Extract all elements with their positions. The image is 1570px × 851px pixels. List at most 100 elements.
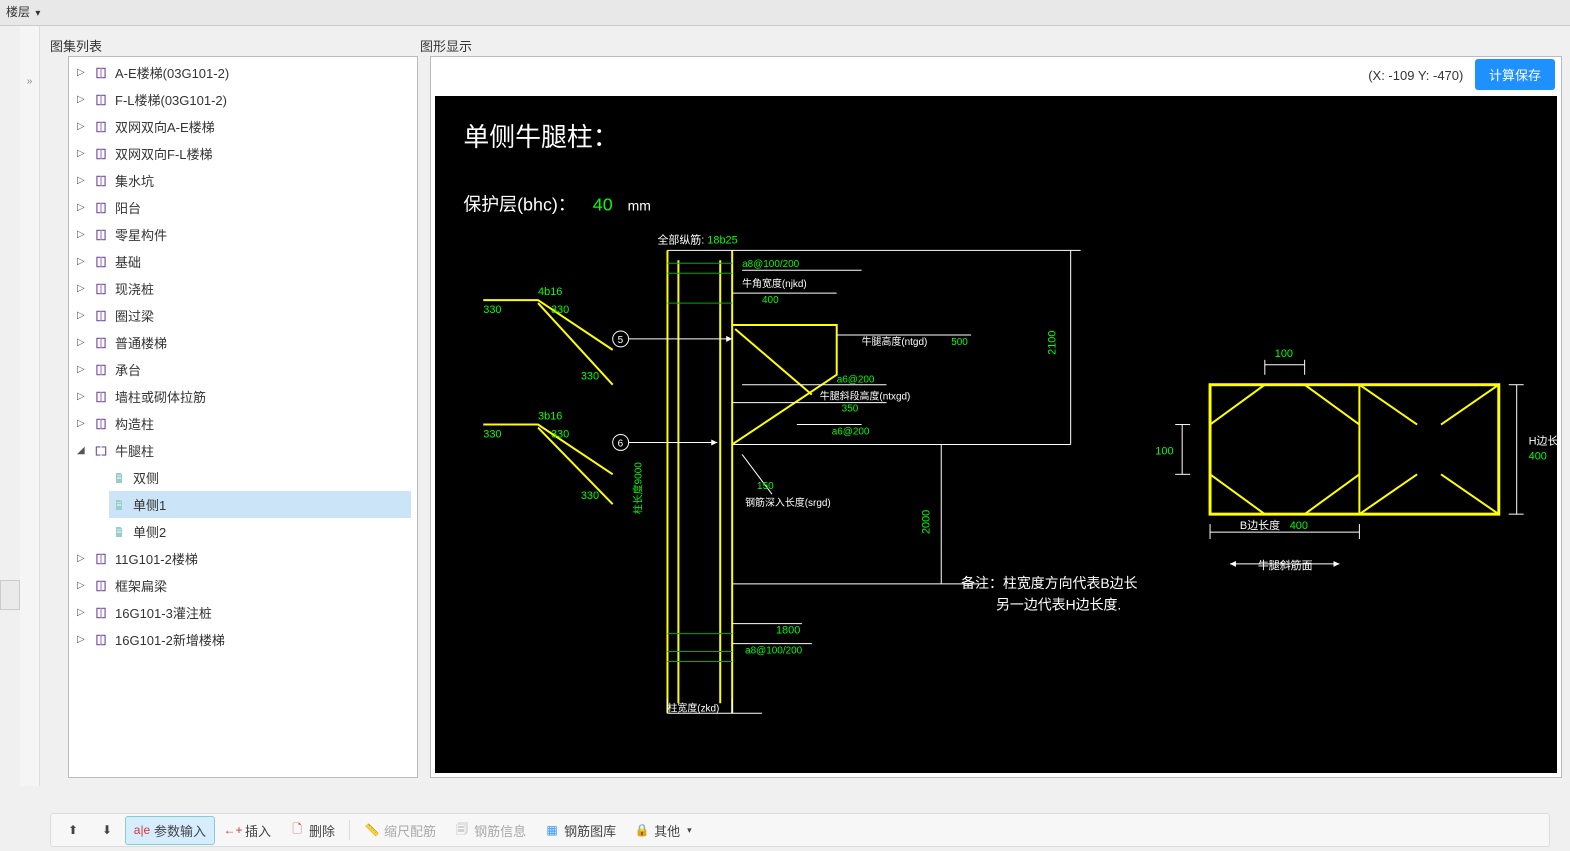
scale-button[interactable]: 📏缩尺配筋 [356, 817, 444, 844]
arrow-right-icon[interactable]: ▷ [77, 67, 89, 78]
chevron-down-icon[interactable]: ▾ [35, 8, 40, 19]
svg-text:牛腿斜段高度(ntxgd): 牛腿斜段高度(ntxgd) [820, 390, 911, 403]
book-icon [93, 389, 109, 405]
arrow-right-icon[interactable]: ▷ [77, 364, 89, 375]
arrow-down-icon[interactable]: ◢ [77, 445, 89, 456]
tree-item[interactable]: ▷ 双网双向F-L楼梯 [75, 140, 411, 167]
tree-item-label: 基础 [115, 252, 141, 271]
svg-text:150: 150 [757, 481, 774, 492]
svg-text:330: 330 [551, 428, 569, 440]
svg-text:B边长度: B边长度 [1240, 518, 1280, 532]
delete-icon: 🗋 [289, 822, 305, 838]
tree-item[interactable]: ▷墙柱或砌体拉筋 [75, 383, 411, 410]
tree-item[interactable]: ▷ 零星构件 [75, 221, 411, 248]
tree-item-label: 牛腿柱 [115, 441, 154, 460]
calculate-save-button[interactable]: 计算保存 [1475, 59, 1555, 90]
node-6: 6 [618, 438, 624, 449]
tree-child-item[interactable]: 单侧2 [109, 518, 411, 545]
arrow-right-icon[interactable]: ▷ [77, 148, 89, 159]
tree-item[interactable]: ▷集水坑 [75, 167, 411, 194]
cover-value: 40 [593, 194, 613, 214]
book-icon [93, 227, 109, 243]
tree-item-label: 双网双向A-E楼梯 [115, 117, 215, 136]
insert-button[interactable]: ←+插入 [217, 817, 279, 844]
tree-item[interactable]: ▷11G101-2楼梯 [75, 545, 411, 572]
tree-item-label: 双网双向F-L楼梯 [115, 144, 213, 163]
book-icon [93, 65, 109, 81]
book-icon [93, 551, 109, 567]
tree-item[interactable]: ▷框架扁梁 [75, 572, 411, 599]
book-icon [93, 92, 109, 108]
drawing-canvas[interactable]: 单侧牛腿柱： 保护层(bhc)： 40 mm [435, 96, 1557, 773]
rebar-library-button[interactable]: ▦钢筋图库 [536, 817, 624, 844]
rebar-info-button[interactable]: 🗐钢筋信息 [446, 817, 534, 844]
param-input-button[interactable]: a|e参数输入 [125, 816, 215, 845]
chevron-down-icon: ▾ [687, 825, 692, 836]
arrow-down-button[interactable]: ⬇ [91, 818, 123, 842]
svg-text:钢筋深入长度(srgd): 钢筋深入长度(srgd) [745, 496, 831, 509]
arrow-right-icon[interactable]: ▷ [77, 283, 89, 294]
book-icon [93, 578, 109, 594]
ruler-icon: 📏 [364, 822, 380, 838]
tree-item-label: 16G101-3灌注桩 [115, 603, 212, 622]
tree-item[interactable]: ▷A-E楼梯(03G101-2) [75, 59, 411, 86]
tree-child-item[interactable]: 双侧 [109, 464, 411, 491]
tree-item[interactable]: ▷ 现浇桩 [75, 275, 411, 302]
expand-toggle[interactable]: » [20, 26, 40, 786]
tree-item-label: 16G101-2新增楼梯 [115, 630, 225, 649]
svg-text:2000: 2000 [920, 510, 932, 534]
tree-item[interactable]: ▷ 双网双向A-E楼梯 [75, 113, 411, 140]
arrow-right-icon[interactable]: ▷ [77, 94, 89, 105]
tree-item[interactable]: ▷ 基础 [75, 248, 411, 275]
tree-item-label: 阳台 [115, 198, 141, 217]
tree-item[interactable]: ▷普通楼梯 [75, 329, 411, 356]
svg-text:柱长度9000: 柱长度9000 [632, 462, 645, 514]
arrow-right-icon[interactable]: ▷ [77, 634, 89, 645]
label-3b16: 3b16 [538, 411, 562, 423]
svg-text:400: 400 [1529, 450, 1547, 462]
tree-item[interactable]: ▷ 阳台 [75, 194, 411, 221]
svg-text:500: 500 [951, 337, 968, 348]
tree-item[interactable]: ▷ 16G101-3灌注桩 [75, 599, 411, 626]
tree-item[interactable]: ◢ 牛腿柱 [75, 437, 411, 464]
arrow-right-icon[interactable]: ▷ [77, 391, 89, 402]
arrow-right-icon[interactable]: ▷ [77, 607, 89, 618]
tree-child-label: 单侧1 [133, 495, 166, 514]
arrow-right-icon[interactable]: ▷ [77, 256, 89, 267]
cover-unit: mm [628, 197, 651, 213]
arrow-right-icon[interactable]: ▷ [77, 553, 89, 564]
book-icon [93, 146, 109, 162]
svg-text:400: 400 [762, 295, 779, 306]
tree-item[interactable]: ▷构造柱 [75, 410, 411, 437]
arrow-right-icon[interactable]: ▷ [77, 202, 89, 213]
delete-button[interactable]: 🗋删除 [281, 817, 343, 844]
top-bar: 楼层 ▾ [0, 0, 1570, 26]
svg-text:330: 330 [581, 490, 599, 502]
tree-child-item[interactable]: 单侧1 [109, 491, 411, 518]
top-label[interactable]: 楼层 [6, 5, 30, 19]
tree-item[interactable]: ▷ 16G101-2新增楼梯 [75, 626, 411, 653]
other-button[interactable]: 🔒其他▾ [626, 817, 700, 844]
arrow-right-icon[interactable]: ▷ [77, 229, 89, 240]
tree-item-label: 现浇桩 [115, 279, 154, 298]
arrow-right-icon[interactable]: ▷ [77, 580, 89, 591]
tree-item-label: 承台 [115, 360, 141, 379]
tree-item-label: 零星构件 [115, 225, 167, 244]
arrow-right-icon[interactable]: ▷ [77, 337, 89, 348]
arrow-right-icon[interactable]: ▷ [77, 121, 89, 132]
tree-view[interactable]: ▷A-E楼梯(03G101-2)▷F-L楼梯(03G101-2)▷双网双向A-E… [69, 57, 417, 777]
arrow-right-icon[interactable]: ▷ [77, 310, 89, 321]
arrow-right-icon[interactable]: ▷ [77, 175, 89, 186]
tree-item[interactable]: ▷F-L楼梯(03G101-2) [75, 86, 411, 113]
left-scroll-region[interactable] [0, 580, 20, 610]
tree-item[interactable]: ▷ 圈过梁 [75, 302, 411, 329]
sidebar-panel: ▷A-E楼梯(03G101-2)▷F-L楼梯(03G101-2)▷双网双向A-E… [68, 56, 418, 778]
tree-item[interactable]: ▷ 承台 [75, 356, 411, 383]
book-icon [93, 335, 109, 351]
arrow-up-button[interactable]: ⬆ [57, 818, 89, 842]
arrow-right-icon[interactable]: ▷ [77, 418, 89, 429]
tree-item-label: 圈过梁 [115, 306, 154, 325]
separator [349, 820, 350, 840]
drawing-panel: (X: -109 Y: -470) 计算保存 单侧牛腿柱： 保护层(bhc)： … [430, 56, 1562, 778]
svg-text:a6@200: a6@200 [837, 375, 875, 386]
